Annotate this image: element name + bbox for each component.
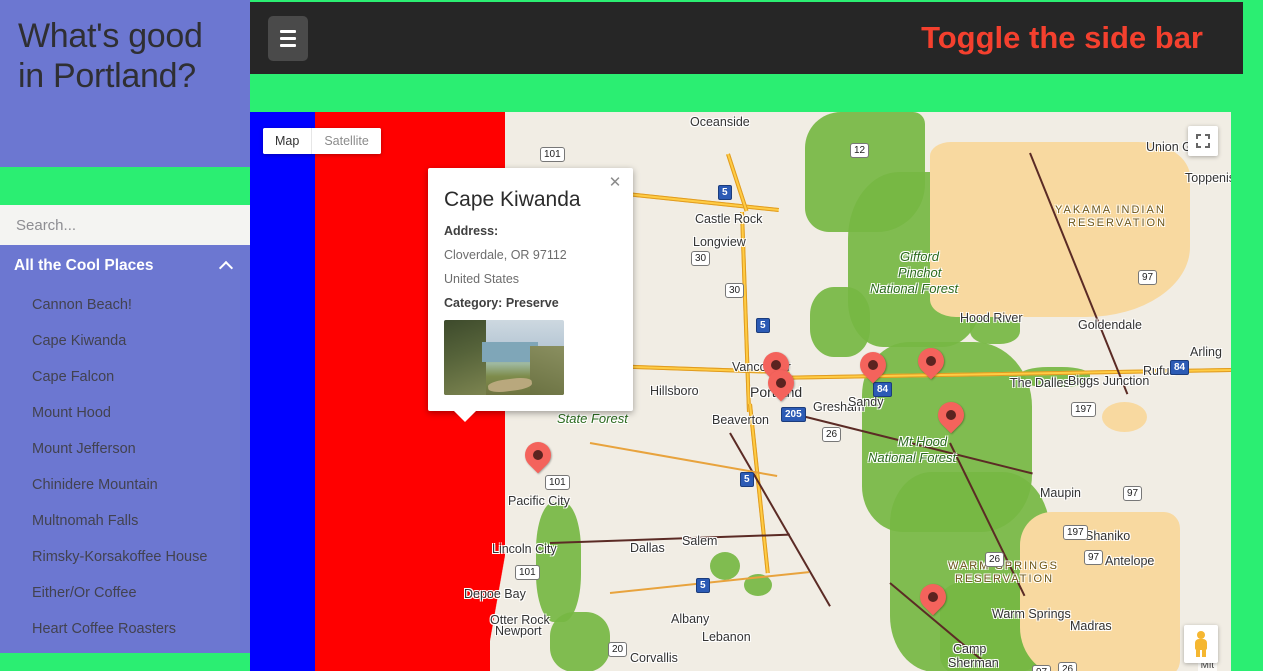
pegman-glyph	[1193, 631, 1209, 657]
map-route-shield: 197	[1071, 402, 1096, 417]
map-forest-area	[710, 552, 740, 580]
places-list: Cannon Beach! Cape Kiwanda Cape Falcon M…	[0, 287, 250, 653]
info-window-category: Category: Preserve	[444, 296, 559, 310]
top-navbar: Toggle the side bar	[250, 2, 1243, 74]
map-route-shield: 97	[1138, 270, 1158, 285]
sidebar-spacer	[0, 167, 250, 205]
map-route-shield: 101	[540, 147, 565, 162]
map-route-shield: 20	[608, 642, 628, 657]
map-route-shield: 26	[822, 427, 842, 442]
search-input[interactable]	[0, 205, 250, 245]
list-item[interactable]: Mount Hood	[0, 395, 250, 431]
fullscreen-icon[interactable]	[1188, 126, 1218, 156]
info-window-address-label: Address:	[444, 224, 499, 238]
info-window-photo	[444, 320, 564, 395]
map-route-shield: 26	[985, 552, 1005, 567]
map-route-shield: 84	[1170, 360, 1190, 375]
list-item[interactable]: Heart Coffee Roasters	[0, 611, 250, 647]
sidebar: What's good in Portland? All the Cool Pl…	[0, 0, 250, 671]
navbar-title: Toggle the side bar	[921, 20, 1203, 55]
map-forest-area	[810, 287, 870, 357]
content-area: Toggle the side bar Map Satellite Mit YA…	[250, 0, 1263, 671]
map-canvas[interactable]: Map Satellite Mit YAKAMA INDIAN RESERVATI…	[250, 112, 1231, 671]
list-item[interactable]: Cape Falcon	[0, 359, 250, 395]
list-item[interactable]: Cape Kiwanda	[0, 323, 250, 359]
map-type-control[interactable]: Map Satellite	[263, 128, 381, 154]
accordion-all-the-cool-places[interactable]: All the Cool Places	[0, 245, 250, 287]
map-route-shield: 30	[691, 251, 711, 266]
map-container[interactable]: Map Satellite Mit YAKAMA INDIAN RESERVATI…	[250, 112, 1231, 671]
info-window[interactable]: ✕ Cape Kiwanda Address: Cloverdale, OR 9…	[428, 168, 633, 422]
info-window-address-line1: Cloverdale, OR 97112	[444, 248, 567, 262]
map-route-shield: 5	[696, 578, 710, 593]
map-route-shield: 5	[718, 185, 732, 200]
list-item[interactable]: Mount Jefferson	[0, 431, 250, 467]
page-title: What's good in Portland?	[18, 17, 203, 95]
accordion-label: All the Cool Places	[14, 257, 154, 274]
map-reservation-area	[1020, 512, 1180, 671]
map-forest-area	[536, 502, 581, 622]
map-route-shield: 30	[725, 283, 745, 298]
map-route-shield: 26	[1058, 662, 1078, 671]
map-marker-mount-hood[interactable]	[932, 396, 970, 440]
map-route-shield: 12	[850, 143, 870, 158]
info-window-address-line2: United States	[444, 272, 520, 286]
list-item[interactable]: Chinidere Mountain	[0, 467, 250, 503]
chevron-up-icon	[220, 259, 234, 273]
list-item[interactable]: Multnomah Falls	[0, 503, 250, 539]
map-type-satellite-button[interactable]: Satellite	[311, 128, 381, 154]
map-route-shield: 97	[1032, 665, 1052, 671]
map-route-shield: 197	[1063, 525, 1088, 540]
hamburger-bar	[280, 29, 296, 33]
map-marker-portland-b[interactable]	[762, 364, 800, 408]
hamburger-bar	[280, 36, 296, 40]
list-item[interactable]: Rimsky-Korsakoffee House	[0, 539, 250, 575]
map-marker-mount-jefferson[interactable]	[914, 578, 952, 622]
info-window-title: Cape Kiwanda	[444, 188, 581, 211]
map-forest-area	[550, 612, 610, 671]
map-route-shield: 97	[1123, 486, 1143, 501]
hamburger-icon[interactable]	[268, 15, 308, 61]
map-route-shield: 205	[781, 407, 806, 422]
list-item[interactable]: Either/Or Coffee	[0, 575, 250, 611]
map-marker-multnomah-falls[interactable]	[854, 346, 892, 390]
street-view-pegman-icon[interactable]	[1184, 625, 1218, 663]
map-route-shield: 5	[740, 472, 754, 487]
map-reservation-area	[1102, 402, 1147, 432]
map-water-blue	[250, 112, 315, 671]
close-icon[interactable]: ✕	[606, 174, 624, 192]
hamburger-bar	[280, 43, 296, 47]
map-marker-chinidere-mountain[interactable]	[912, 342, 950, 386]
search-container	[0, 205, 250, 245]
map-route-shield: 101	[515, 565, 540, 580]
map-route-shield: 5	[756, 318, 770, 333]
app-root: What's good in Portland? All the Cool Pl…	[0, 0, 1263, 671]
fullscreen-glyph	[1196, 134, 1210, 148]
list-item[interactable]: Cannon Beach!	[0, 287, 250, 323]
map-route-shield: 97	[1084, 550, 1104, 565]
map-marker-cape-kiwanda[interactable]	[519, 436, 557, 480]
map-type-map-button[interactable]: Map	[263, 128, 312, 154]
brand-panel: What's good in Portland?	[0, 0, 250, 167]
